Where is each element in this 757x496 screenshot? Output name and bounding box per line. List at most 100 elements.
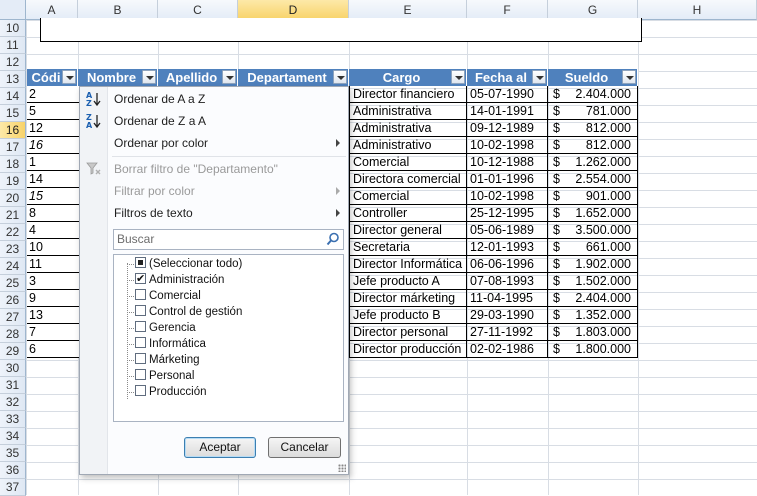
checkbox[interactable]: [135, 305, 146, 316]
spreadsheet[interactable]: A B C D E F G H 10 11 12 13 14 15 16 17 18 19 20 21…: [0, 0, 757, 496]
clear-filter-item[interactable]: Borrar filtro de "Departamento": [80, 158, 348, 180]
cell-cargo[interactable]: Director márketing: [349, 290, 467, 307]
cell-cargo[interactable]: Director general: [349, 222, 467, 239]
filter-dropdown-button[interactable]: [222, 70, 236, 84]
cell-fecha[interactable]: 10-02-1998: [467, 137, 548, 154]
cell-fecha[interactable]: 06-06-1996: [467, 256, 548, 273]
cell-codigo[interactable]: 10: [27, 239, 79, 256]
cell-sueldo[interactable]: $901.000: [548, 188, 638, 205]
column-header-g[interactable]: G: [548, 0, 638, 20]
cell-fecha[interactable]: 12-01-1993: [467, 239, 548, 256]
cell-fecha[interactable]: 25-12-1995: [467, 205, 548, 222]
cell-cargo[interactable]: Administrativa: [349, 120, 467, 137]
cell-cargo[interactable]: Comercial: [349, 188, 467, 205]
checkbox[interactable]: [135, 321, 146, 332]
checkbox[interactable]: [135, 271, 146, 287]
cell-sueldo[interactable]: $781.000: [548, 103, 638, 120]
filter-dropdown-button-active[interactable]: [333, 70, 347, 84]
cell-sueldo[interactable]: $1.902.000: [548, 256, 638, 273]
cell-fecha[interactable]: 10-12-1988: [467, 154, 548, 171]
column-header-b[interactable]: B: [78, 0, 158, 20]
cell-codigo[interactable]: 4: [27, 222, 79, 239]
row-header[interactable]: 20: [0, 190, 26, 207]
cell-cargo[interactable]: Secretaria: [349, 239, 467, 256]
column-header-h[interactable]: H: [638, 0, 757, 20]
checkbox[interactable]: [135, 289, 146, 300]
cell-fecha[interactable]: 10-02-1998: [467, 188, 548, 205]
row-header[interactable]: 14: [0, 88, 26, 105]
column-header-d[interactable]: D: [238, 0, 349, 20]
cell-cargo[interactable]: Jefe producto B: [349, 307, 467, 324]
checkbox[interactable]: [135, 369, 146, 380]
cell-codigo[interactable]: 1: [27, 154, 79, 171]
checkbox[interactable]: [135, 353, 146, 364]
filter-dropdown-button[interactable]: [451, 70, 465, 84]
cell-fecha[interactable]: 05-06-1989: [467, 222, 548, 239]
row-header[interactable]: 33: [0, 411, 26, 428]
row-header[interactable]: 28: [0, 326, 26, 343]
checkbox[interactable]: [135, 337, 146, 348]
values-checklist[interactable]: (Seleccionar todo) Administración Comercia…: [113, 254, 344, 422]
cell-fecha[interactable]: 27-11-1992: [467, 324, 548, 341]
row-header[interactable]: 36: [0, 462, 26, 479]
cell-sueldo[interactable]: $1.803.000: [548, 324, 638, 341]
column-header-a[interactable]: A: [26, 0, 78, 20]
row-header[interactable]: 29: [0, 343, 26, 360]
search-input[interactable]: Buscar: [113, 229, 344, 250]
cell-fecha[interactable]: 11-04-1995: [467, 290, 548, 307]
row-header[interactable]: 16: [0, 122, 26, 139]
row-header[interactable]: 11: [0, 37, 26, 54]
cell-fecha[interactable]: 14-01-1991: [467, 103, 548, 120]
cell-codigo[interactable]: 16: [27, 137, 79, 154]
row-header[interactable]: 27: [0, 309, 26, 326]
cell-sueldo[interactable]: $2.404.000: [548, 86, 638, 103]
cell-codigo[interactable]: 6: [27, 341, 79, 358]
cell-sueldo[interactable]: $812.000: [548, 120, 638, 137]
cell-sueldo[interactable]: $1.800.000: [548, 341, 638, 358]
column-header-c[interactable]: C: [158, 0, 238, 20]
filter-value-item[interactable]: Administración: [135, 271, 224, 288]
filter-dropdown-button[interactable]: [142, 70, 156, 84]
cell-cargo[interactable]: Director personal: [349, 324, 467, 341]
filter-dropdown-button[interactable]: [622, 70, 636, 84]
cell-cargo[interactable]: Administrativa: [349, 103, 467, 120]
cell-codigo[interactable]: 9: [27, 290, 79, 307]
row-header[interactable]: 18: [0, 156, 26, 173]
row-header[interactable]: 26: [0, 292, 26, 309]
column-header-f[interactable]: F: [467, 0, 548, 20]
cell-codigo[interactable]: 5: [27, 103, 79, 120]
text-filters-item[interactable]: Filtros de texto: [80, 202, 348, 224]
filter-value-item[interactable]: Personal: [135, 368, 194, 384]
cell-codigo[interactable]: 7: [27, 324, 79, 341]
column-header-e[interactable]: E: [349, 0, 467, 20]
cell-cargo[interactable]: Director financiero: [349, 86, 467, 103]
row-header[interactable]: 32: [0, 394, 26, 411]
cell-codigo[interactable]: 2: [27, 86, 79, 103]
row-header[interactable]: 25: [0, 275, 26, 292]
cell-sueldo[interactable]: $661.000: [548, 239, 638, 256]
cell-codigo[interactable]: 13: [27, 307, 79, 324]
cell-fecha[interactable]: 01-01-1996: [467, 171, 548, 188]
row-header[interactable]: 31: [0, 377, 26, 394]
checkbox[interactable]: [135, 257, 146, 268]
cell-codigo[interactable]: 11: [27, 256, 79, 273]
cell-sueldo[interactable]: $1.262.000: [548, 154, 638, 171]
select-all-corner[interactable]: [0, 0, 26, 20]
cell-fecha[interactable]: 07-08-1993: [467, 273, 548, 290]
cell-sueldo[interactable]: $1.502.000: [548, 273, 638, 290]
cell-sueldo[interactable]: $1.352.000: [548, 307, 638, 324]
filter-dropdown-button[interactable]: [62, 70, 76, 84]
cell-codigo[interactable]: 12: [27, 120, 79, 137]
sort-ascending-item[interactable]: AZ Ordenar de A a Z: [80, 88, 348, 110]
row-header[interactable]: 17: [0, 139, 26, 156]
cell-sueldo[interactable]: $812.000: [548, 137, 638, 154]
cell-fecha[interactable]: 09-12-1989: [467, 120, 548, 137]
cell-cargo[interactable]: Administrativo: [349, 137, 467, 154]
cell-sueldo[interactable]: $1.652.000: [548, 205, 638, 222]
filter-value-item[interactable]: Comercial: [135, 288, 201, 304]
row-header[interactable]: 35: [0, 445, 26, 462]
filter-dropdown-button[interactable]: [532, 70, 546, 84]
resize-grip-icon[interactable]: [338, 464, 346, 472]
cell-fecha[interactable]: 29-03-1990: [467, 307, 548, 324]
cell-codigo[interactable]: 3: [27, 273, 79, 290]
